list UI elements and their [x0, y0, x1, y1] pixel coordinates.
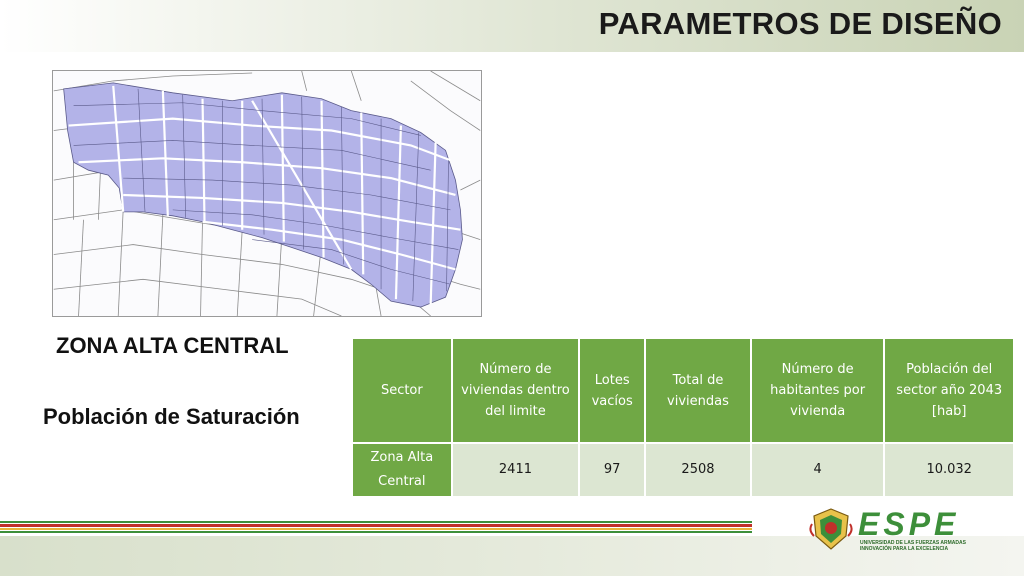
- zone-map: [52, 70, 482, 317]
- cell-viviendas-limite: 2411: [450, 442, 581, 498]
- header-total-viviendas: Total de viviendas: [644, 337, 752, 444]
- cell-lotes-vacios: 97: [578, 442, 647, 498]
- zone-heading: ZONA ALTA CENTRAL: [56, 333, 289, 358]
- header-habitantes-vivienda: Número de habitantes por vivienda: [749, 337, 886, 444]
- stripe-green-bottom: [0, 531, 752, 533]
- header-sector: Sector: [351, 337, 453, 444]
- crest-icon: [809, 508, 853, 550]
- cell-total-viviendas: 2508: [644, 442, 752, 498]
- zone-map-graphic: [53, 71, 481, 316]
- stripe-red: [0, 524, 752, 527]
- cell-sector: Zona Alta Central: [351, 442, 453, 498]
- table-row: Zona Alta Central 2411 97 2508 4 10.032: [351, 442, 1015, 498]
- cell-poblacion-2043: 10.032: [883, 442, 1015, 498]
- zone-subheading: Población de Saturación: [43, 404, 300, 429]
- cell-habitantes-vivienda: 4: [749, 442, 886, 498]
- footer-stripes: [0, 521, 752, 535]
- header-lotes-vacios: Lotes vacíos: [578, 337, 647, 444]
- slide-title: PARAMETROS DE DISEÑO: [598, 6, 1002, 41]
- logo-tagline-2: INNOVACIÓN PARA LA EXCELENCIA: [860, 546, 949, 552]
- header-poblacion-2043: Población del sector año 2043 [hab]: [883, 337, 1015, 444]
- table-header-row: Sector Número de viviendas dentro del li…: [351, 337, 1015, 444]
- population-table: Sector Número de viviendas dentro del li…: [351, 337, 1015, 498]
- stripe-yellow: [0, 528, 752, 530]
- logo-wordmark: ESPE: [858, 506, 960, 542]
- stripe-green-top: [0, 521, 752, 523]
- espe-logo: ESPE UNIVERSIDAD DE LAS FUERZAS ARMADAS …: [808, 504, 998, 554]
- header-viviendas-limite: Número de viviendas dentro del limite: [450, 337, 581, 444]
